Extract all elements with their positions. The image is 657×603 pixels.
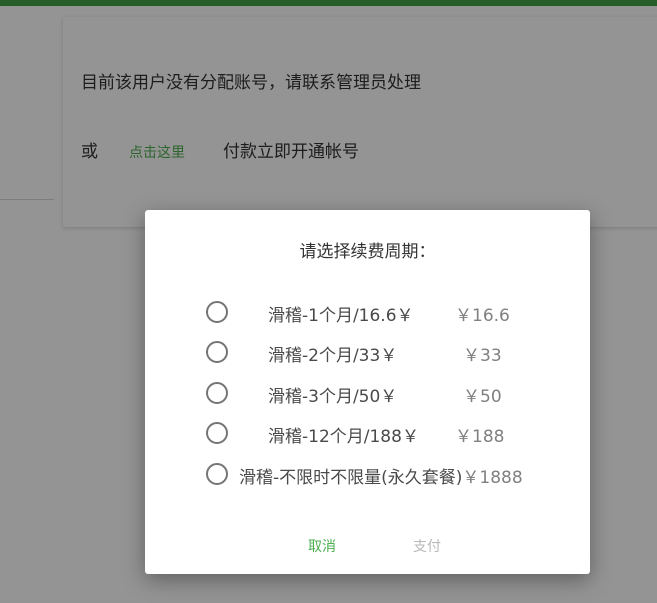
plan-name: 滑稽-1个月/16.6￥	[268, 306, 414, 326]
plan-option-unlimited[interactable]: 滑稽-不限时不限量(永久套餐)￥1888	[205, 462, 585, 488]
plan-price: ￥33	[463, 346, 502, 366]
plan-option-12-months[interactable]: 滑稽-12个月/188￥ ￥188	[205, 421, 585, 447]
plan-name: 滑稽-12个月/188￥	[268, 427, 419, 447]
radio-button[interactable]	[206, 341, 228, 363]
cancel-button[interactable]: 取消	[308, 536, 336, 556]
renewal-dialog: 请选择续费周期： 滑稽-1个月/16.6￥ ￥16.6 滑稽-2个月/33￥ ￥…	[145, 210, 590, 574]
plan-label: 滑稽-不限时不限量(永久套餐)￥1888	[239, 463, 523, 488]
plan-price: ￥16.6	[455, 306, 510, 326]
plan-option-2-months[interactable]: 滑稽-2个月/33￥ ￥33	[205, 340, 585, 366]
radio-button[interactable]	[206, 382, 228, 404]
plan-name: 滑稽-3个月/50￥	[268, 387, 398, 407]
plan-price: ￥50	[463, 387, 502, 407]
plan-option-1-month[interactable]: 滑稽-1个月/16.6￥ ￥16.6	[205, 300, 585, 326]
plan-name: 滑稽-不限时不限量(永久套餐)	[239, 468, 463, 488]
radio-button[interactable]	[206, 463, 228, 485]
plan-price: ￥1888	[462, 468, 523, 488]
plan-option-3-months[interactable]: 滑稽-3个月/50￥ ￥50	[205, 381, 585, 407]
pay-button[interactable]: 支付	[413, 536, 441, 556]
radio-button[interactable]	[206, 422, 228, 444]
radio-button[interactable]	[206, 301, 228, 323]
dialog-title: 请选择续费周期：	[299, 242, 436, 262]
plan-name: 滑稽-2个月/33￥	[268, 346, 398, 366]
plan-price: ￥188	[455, 427, 505, 447]
